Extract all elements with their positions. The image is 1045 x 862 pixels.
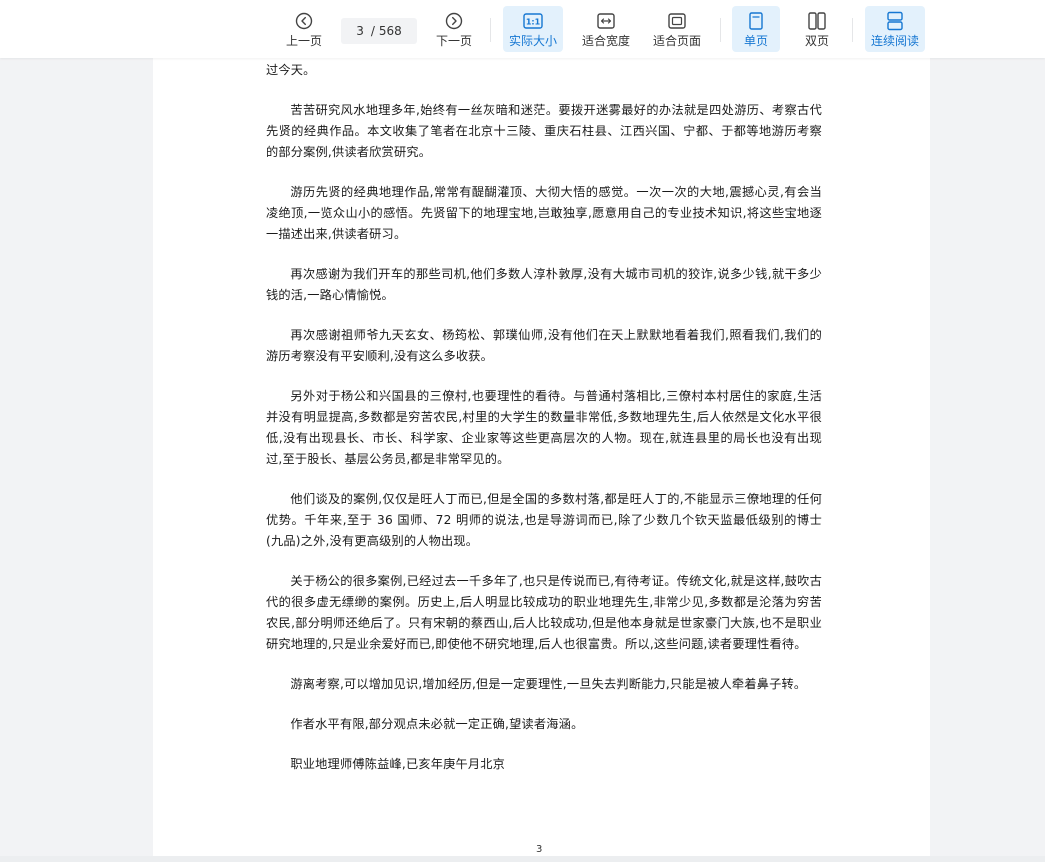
document-page: 过今天。 苦苦研究风水地理多年,始终有一丝灰暗和迷茫。要拨开迷雾最好的办法就是四… — [153, 58, 930, 862]
total-pages: 568 — [378, 24, 402, 38]
paragraph: 过今天。 — [266, 63, 316, 77]
toolbar-divider — [720, 18, 721, 42]
paragraph: 作者水平有限,部分观点未必就一定正确,望读者海涵。 — [290, 717, 584, 731]
single-page-icon — [748, 11, 764, 31]
paragraph: 游历先贤的经典地理作品,常常有醍醐灌顶、大彻大悟的感觉。一次一次的大地,震撼心灵… — [266, 185, 822, 241]
double-page-label: 双页 — [804, 33, 829, 48]
paragraph: 关于杨公的很多案例,已经过去一千多年了,也只是传说而已,有待考证。传统文化,就是… — [266, 574, 822, 651]
continuous-reading-button[interactable]: 连续阅读 — [865, 6, 925, 52]
fit-width-label: 适合宽度 — [581, 33, 630, 48]
fit-page-icon — [668, 11, 686, 31]
next-page-label: 下一页 — [435, 33, 472, 48]
actual-size-label: 实际大小 — [508, 33, 557, 48]
page-text-body: 过今天。 苦苦研究风水地理多年,始终有一丝灰暗和迷茫。要拨开迷雾最好的办法就是四… — [266, 58, 822, 775]
paragraph: 游离考察,可以增加见识,增加经历,但是一定要理性,一旦失去判断能力,只能是被人牵… — [290, 677, 807, 691]
signature-line: 职业地理师傅陈益峰,已亥年庚午月北京 — [290, 757, 506, 771]
double-page-icon — [808, 11, 826, 31]
bottom-scroll-area — [0, 856, 1045, 862]
prev-page-label: 上一页 — [285, 33, 322, 48]
paragraph: 再次感谢为我们开车的那些司机,他们多数人淳朴敦厚,没有大城市司机的狡诈,说多少钱… — [266, 267, 822, 302]
actual-size-icon-text: 1:1 — [526, 17, 541, 26]
continuous-reading-label: 连续阅读 — [870, 33, 919, 48]
double-page-button[interactable]: 双页 — [795, 6, 839, 52]
reader-toolbar: 上一页 3 / 568 下一页 1:1 实际大小 适合宽度 适合页面 单页 双页… — [0, 0, 1045, 58]
page-number-field[interactable]: 3 / 568 — [341, 18, 417, 44]
paragraph: 再次感谢祖师爷九天玄女、杨筠松、郭璞仙师,没有他们在天上默默地看着我们,照看我们… — [266, 328, 822, 363]
continuous-reading-icon — [886, 11, 904, 31]
actual-size-button[interactable]: 1:1 实际大小 — [503, 6, 563, 52]
paragraph: 他们谈及的案例,仅仅是旺人丁而已,但是全国的多数村落,都是旺人丁的,不能显示三僚… — [266, 492, 822, 548]
fit-width-icon — [597, 11, 615, 31]
single-page-button[interactable]: 单页 — [732, 6, 780, 52]
next-page-button[interactable]: 下一页 — [432, 6, 476, 52]
toolbar-divider — [490, 18, 491, 42]
single-page-label: 单页 — [743, 33, 768, 48]
chevron-right-circle-icon — [445, 11, 463, 31]
prev-page-button[interactable]: 上一页 — [282, 6, 326, 52]
actual-size-icon: 1:1 — [523, 11, 543, 31]
chevron-left-circle-icon — [295, 11, 313, 31]
toolbar-divider — [852, 18, 853, 42]
page-separator: / — [370, 24, 375, 38]
page-number-footer: 3 — [536, 844, 543, 855]
fit-page-button[interactable]: 适合页面 — [648, 6, 706, 52]
fit-page-label: 适合页面 — [652, 33, 701, 48]
paragraph: 苦苦研究风水地理多年,始终有一丝灰暗和迷茫。要拨开迷雾最好的办法就是四处游历、考… — [266, 103, 822, 159]
paragraph: 另外对于杨公和兴国县的三僚村,也要理性的看待。与普通村落相比,三僚村本村居住的家… — [266, 389, 822, 466]
fit-width-button[interactable]: 适合宽度 — [577, 6, 635, 52]
current-page-input[interactable]: 3 — [356, 24, 364, 38]
